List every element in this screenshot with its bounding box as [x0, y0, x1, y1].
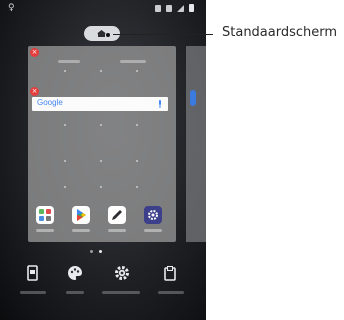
grid-dot: [100, 186, 102, 188]
bottom-menu-label: [66, 291, 84, 294]
phone-screen: ♀ × × Google: [0, 0, 206, 320]
grid-dot: [136, 186, 138, 188]
grid-dot: [64, 124, 66, 126]
play-store-icon: [77, 209, 86, 221]
signal-icon: [177, 4, 184, 12]
grid-dot: [64, 160, 66, 162]
home-icon: [97, 30, 106, 37]
page-indicator-dot[interactable]: [99, 250, 102, 253]
blurred-widget-text: [120, 60, 146, 63]
blurred-widget-text: [58, 60, 80, 63]
grid-dot: [100, 124, 102, 126]
themes-button[interactable]: [66, 264, 84, 282]
home-settings-button[interactable]: [113, 264, 131, 282]
bottom-menu-label: [20, 291, 46, 294]
next-page-preview[interactable]: [186, 46, 206, 242]
battery-icon: [189, 4, 194, 12]
callout-anchor: [106, 33, 110, 37]
bottom-menu-label: [102, 291, 140, 294]
callout-line: [113, 34, 213, 35]
home-screen-preview[interactable]: × × Google: [28, 46, 176, 242]
remove-widget-icon[interactable]: ×: [30, 87, 39, 96]
grid-dot: [136, 70, 138, 72]
app-label: [144, 229, 162, 232]
grid-dot: [100, 160, 102, 162]
page-indicator-dot[interactable]: [90, 250, 93, 253]
status-icons: [155, 4, 194, 12]
status-bar: ♀: [0, 0, 206, 18]
pen-icon: [112, 210, 122, 220]
nfc-icon: [166, 4, 172, 12]
grid-dot: [64, 186, 66, 188]
app-folder[interactable]: [36, 206, 54, 224]
google-logo: Google: [37, 98, 63, 107]
grid-dot: [100, 70, 102, 72]
grid-dot: [64, 70, 66, 72]
app-label: [72, 229, 90, 232]
grid-dot: [136, 160, 138, 162]
notes-app[interactable]: [108, 206, 126, 224]
gear-icon: [115, 266, 129, 280]
status-icon-left: ♀: [8, 3, 15, 13]
settings-app[interactable]: [144, 206, 162, 224]
mic-icon[interactable]: [158, 100, 162, 108]
gear-icon: [148, 210, 158, 220]
widgets-icon: [27, 265, 38, 281]
callout-label: Standaardscherm: [222, 25, 338, 40]
google-search-widget[interactable]: Google: [32, 97, 168, 111]
app-label: [108, 229, 126, 232]
wallpaper-icon: [164, 266, 176, 281]
widgets-button[interactable]: [24, 264, 42, 282]
bottom-menu-label: [158, 291, 184, 294]
play-store-app[interactable]: [72, 206, 90, 224]
grid-dot: [136, 124, 138, 126]
app-folder-icon: [39, 209, 51, 221]
notification-icon: [155, 4, 161, 12]
wallpaper-button[interactable]: [161, 264, 179, 282]
remove-page-icon[interactable]: ×: [30, 48, 39, 57]
next-page-accent: [190, 90, 196, 106]
app-label: [36, 229, 54, 232]
palette-icon: [68, 266, 82, 280]
